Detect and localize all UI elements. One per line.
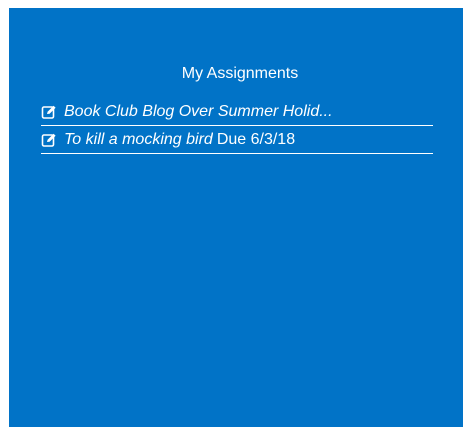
assignment-link-book-club-blog[interactable]: Book Club Blog Over Summer Holid... — [41, 99, 433, 126]
panel-title: My Assignments — [181, 65, 299, 82]
assignment-name: To kill a mocking bird — [64, 130, 213, 148]
edit-icon — [41, 104, 57, 120]
assignment-due-date: Due 6/3/18 — [216, 130, 296, 148]
assignment-list: Book Club Blog Over Summer Holid... To k… — [41, 99, 433, 154]
edit-icon — [41, 132, 57, 148]
assignment-name: Book Club Blog Over Summer Holid... — [64, 103, 333, 120]
assignments-panel: My Assignments Book Club Blog Over Summe… — [9, 8, 463, 427]
assignment-link-to-kill-a-mocking-bird[interactable]: To kill a mocking bird Due 6/3/18 — [41, 126, 433, 154]
